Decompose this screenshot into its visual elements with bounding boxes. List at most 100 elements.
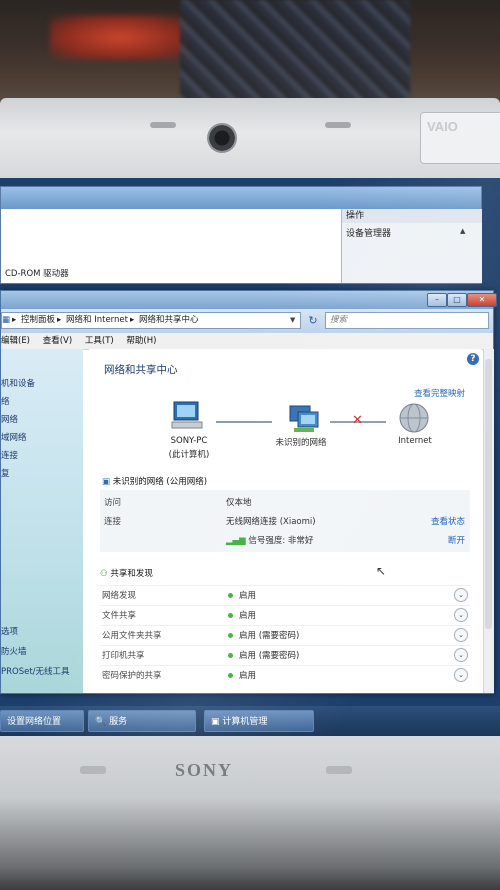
connection-label: 连接 bbox=[104, 517, 122, 527]
chevron-down-icon[interactable]: ⌄ bbox=[454, 588, 468, 602]
view-status-link[interactable]: 查看状态 bbox=[431, 515, 465, 527]
taskbar: 设置网络位置 🔍 服务 ▣ 计算机管理 bbox=[0, 706, 500, 736]
sidebar-item-connect[interactable]: 连接 bbox=[1, 449, 18, 461]
sharing-row[interactable]: 密码保护的共享 启用 ⌄ bbox=[100, 665, 470, 685]
bezel-foot-left bbox=[80, 766, 106, 774]
scrollbar[interactable] bbox=[483, 349, 494, 693]
menu-view[interactable]: 查看(V) bbox=[43, 336, 72, 346]
minimize-icon[interactable]: – bbox=[427, 293, 447, 307]
close-icon[interactable]: ✕ bbox=[467, 293, 497, 307]
breadcrumb-control-panel[interactable]: 控制面板 bbox=[21, 315, 55, 325]
page-title: 网络和共享中心 bbox=[104, 364, 178, 376]
breadcrumb-separator: ▸ bbox=[12, 315, 17, 325]
status-dot-icon bbox=[228, 593, 233, 598]
search-icon: 🔍 bbox=[95, 717, 107, 727]
sidebar-item-lan[interactable]: 域网络 bbox=[1, 431, 27, 443]
sharing-row-value: 启用 (需要密码) bbox=[228, 629, 299, 641]
network-icon bbox=[289, 405, 319, 432]
status-dot-icon bbox=[228, 673, 233, 678]
sharing-row[interactable]: 文件共享 启用 ⌄ bbox=[100, 605, 470, 625]
chevron-down-icon[interactable]: ⌄ bbox=[454, 628, 468, 642]
control-panel-icon: ▦ bbox=[2, 315, 11, 325]
status-dot-icon bbox=[228, 633, 233, 638]
webcam-icon bbox=[207, 123, 237, 153]
connection-line bbox=[216, 421, 272, 423]
task-services[interactable]: 🔍 服务 bbox=[88, 710, 196, 732]
task-network-location[interactable]: 设置网络位置 bbox=[0, 710, 84, 732]
computer-management-icon: ▣ bbox=[211, 717, 220, 727]
mouse-cursor-icon: ↖ bbox=[376, 564, 387, 578]
chevron-down-icon[interactable]: ▼ bbox=[290, 313, 295, 328]
menu-tools[interactable]: 工具(T) bbox=[85, 336, 114, 346]
vaio-badge: VAIO bbox=[420, 112, 500, 164]
task-computer-management-label: 计算机管理 bbox=[222, 717, 268, 727]
status-dot-icon bbox=[228, 613, 233, 618]
signal-strength-label: 信号强度: 非常好 bbox=[248, 536, 314, 546]
status-dot-icon bbox=[228, 653, 233, 658]
breadcrumb-separator: ▸ bbox=[57, 315, 62, 325]
menu-bar: 编辑(E) 查看(V) 工具(T) 帮助(H) bbox=[1, 333, 493, 350]
sharing-icon: ⚇ bbox=[100, 569, 108, 579]
node-this-pc-sub: (此计算机) bbox=[168, 450, 210, 460]
sidebar-item-networks[interactable]: 网络 bbox=[1, 413, 18, 425]
network-header-label: 未识别的网络 (公用网络) bbox=[112, 477, 208, 487]
node-unidentified-network: 未识别的网络 bbox=[275, 438, 327, 448]
back-window-body: CD-ROM 驱动器 bbox=[1, 209, 341, 283]
breadcrumb-separator: ▸ bbox=[129, 315, 135, 325]
refresh-icon[interactable]: ↻ bbox=[305, 312, 321, 329]
node-this-pc-name: SONY-PC bbox=[170, 436, 208, 446]
help-icon[interactable]: ? bbox=[467, 353, 479, 365]
sharing-row[interactable]: 公用文件夹共享 启用 (需要密码) ⌄ bbox=[100, 625, 470, 645]
bezel-grip-right bbox=[325, 122, 351, 128]
background-person bbox=[180, 0, 410, 110]
sidebar-item-proset[interactable]: PROSet/无线工具 bbox=[1, 665, 70, 677]
triangle-up-icon[interactable]: ▲ bbox=[460, 227, 465, 235]
sidebar-item-restore[interactable]: 复 bbox=[1, 467, 10, 479]
back-window[interactable]: CD-ROM 驱动器 操作 设备管理器 ▲ bbox=[0, 186, 482, 284]
sidebar: 机和设备 络 网络 域网络 连接 复 选项 防火墙 PROSet/无线工具 bbox=[1, 349, 83, 693]
chevron-down-icon[interactable]: ⌄ bbox=[454, 608, 468, 622]
sharing-row-value: 启用 bbox=[228, 609, 256, 621]
disconnected-x-icon: ✕ bbox=[352, 413, 363, 428]
network-small-icon: ▣ bbox=[102, 477, 111, 487]
task-computer-management[interactable]: ▣ 计算机管理 bbox=[204, 710, 314, 732]
scrollbar-thumb[interactable] bbox=[485, 359, 492, 629]
sony-logo: SONY bbox=[175, 760, 234, 780]
sidebar-item-firewall[interactable]: 防火墙 bbox=[1, 645, 27, 657]
view-full-map-link[interactable]: 查看完整映射 bbox=[414, 387, 465, 399]
sharing-row-value: 启用 bbox=[228, 669, 256, 681]
sharing-row-value-text: 启用 bbox=[239, 591, 257, 601]
window-titlebar[interactable]: – □ ✕ bbox=[1, 291, 497, 309]
sidebar-item-devices[interactable]: 机和设备 bbox=[1, 377, 35, 389]
actions-header: 操作 bbox=[342, 209, 482, 223]
breadcrumb[interactable]: ▦ ▸ 控制面板 ▸ 网络和 Internet ▸ 网络和共享中心 ▼ bbox=[1, 312, 301, 329]
background-object bbox=[50, 15, 190, 60]
menu-help[interactable]: 帮助(H) bbox=[126, 336, 156, 346]
node-internet: Internet bbox=[398, 436, 432, 446]
network-details: 访问 仅本地 连接 无线网络连接 (Xiaomi) 查看状态 ▂▄▆ 信号强度:… bbox=[100, 490, 470, 552]
sharing-row[interactable]: 网络发现 启用 ⌄ bbox=[100, 585, 470, 605]
menu-edit[interactable]: 编辑(E) bbox=[1, 336, 30, 346]
breadcrumb-network-internet[interactable]: 网络和 Internet bbox=[66, 315, 128, 325]
sidebar-item-options[interactable]: 选项 bbox=[1, 625, 18, 637]
search-input[interactable]: 搜索 bbox=[325, 312, 489, 329]
sharing-row-value: 启用 (需要密码) bbox=[228, 649, 299, 661]
signal-strength: ▂▄▆ 信号强度: 非常好 bbox=[226, 534, 313, 546]
bezel-grip-left bbox=[150, 122, 176, 128]
sharing-row-value-text: 启用 (需要密码) bbox=[239, 651, 300, 661]
sharing-row[interactable]: 打印机共享 启用 (需要密码) ⌄ bbox=[100, 645, 470, 665]
back-window-titlebar[interactable] bbox=[1, 187, 481, 209]
disconnect-link[interactable]: 断开 bbox=[448, 534, 465, 546]
sharing-row-label: 网络发现 bbox=[102, 591, 137, 601]
chevron-down-icon[interactable]: ⌄ bbox=[454, 668, 468, 682]
chevron-down-icon[interactable]: ⌄ bbox=[454, 648, 468, 662]
sidebar-item-network[interactable]: 络 bbox=[1, 395, 10, 407]
back-window-row[interactable]: CD-ROM 驱动器 bbox=[5, 261, 69, 280]
access-label: 访问 bbox=[104, 498, 122, 508]
address-bar: ▦ ▸ 控制面板 ▸ 网络和 Internet ▸ 网络和共享中心 ▼ ↻ 搜索 bbox=[1, 309, 493, 333]
maximize-icon[interactable]: □ bbox=[447, 293, 467, 307]
breadcrumb-network-center[interactable]: 网络和共享中心 bbox=[139, 315, 199, 325]
actions-item-device-manager[interactable]: 设备管理器 bbox=[346, 226, 391, 239]
sharing-row-value: 启用 bbox=[228, 589, 256, 601]
bezel-foot-right bbox=[326, 766, 352, 774]
